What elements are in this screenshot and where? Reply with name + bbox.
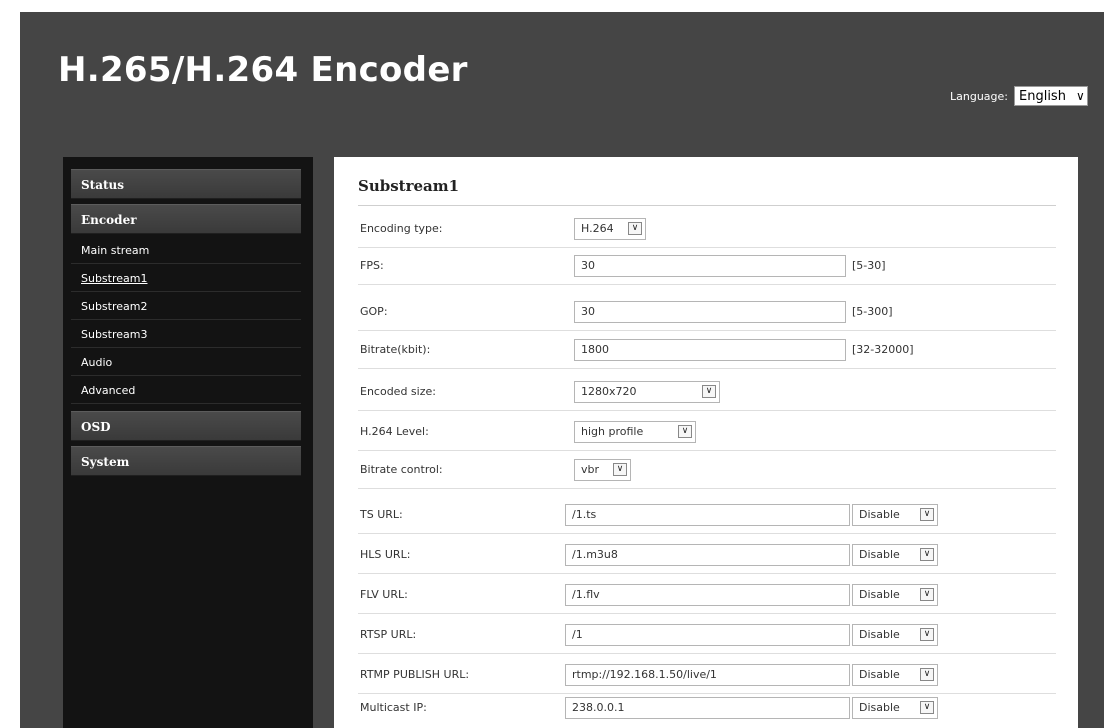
rtmp-url-label: RTMP PUBLISH URL: [360, 668, 470, 681]
multicast-ip-row: Multicast IP: 238.0.0.1 Disable ∨ [358, 690, 1056, 726]
rtsp-url-state: Disable [859, 628, 900, 641]
language-value: English [1019, 88, 1066, 104]
sidebar-section-encoder[interactable]: Encoder [71, 204, 301, 234]
gop-input[interactable]: 30 [574, 301, 846, 323]
sidebar-item-advanced[interactable]: Advanced [71, 377, 301, 404]
bitrate-control-select[interactable]: vbr ∨ [574, 459, 631, 481]
sidebar-item-substream3[interactable]: Substream3 [71, 321, 301, 348]
encoded-size-label: Encoded size: [360, 385, 436, 398]
sidebar-item-main-stream[interactable]: Main stream [71, 237, 301, 264]
language-select[interactable]: English ∨ [1014, 86, 1088, 106]
language-label: Language: [950, 89, 1008, 103]
chevron-down-icon: ∨ [920, 701, 934, 714]
hls-url-row: HLS URL: /1.m3u8 Disable ∨ [358, 537, 1056, 574]
fps-input[interactable]: 30 [574, 255, 846, 277]
rtmp-url-row: RTMP PUBLISH URL: rtmp://192.168.1.50/li… [358, 657, 1056, 694]
chevron-down-icon: ∨ [628, 222, 642, 235]
fps-label: FPS: [360, 259, 384, 272]
chevron-down-icon: ∨ [920, 588, 934, 601]
bitrate-control-label: Bitrate control: [360, 463, 443, 476]
encoding-type-select[interactable]: H.264 ∨ [574, 218, 646, 240]
flv-url-input[interactable]: /1.flv [565, 584, 850, 606]
flv-url-row: FLV URL: /1.flv Disable ∨ [358, 577, 1056, 614]
page-title: Substream1 [358, 177, 460, 195]
chevron-down-icon: ∨ [920, 548, 934, 561]
chevron-down-icon: ∨ [1075, 89, 1085, 103]
sidebar-section-status[interactable]: Status [71, 169, 301, 199]
sidebar-section-osd[interactable]: OSD [71, 411, 301, 441]
main-panel: Substream1 Encoding type: H.264 ∨ FPS: 3… [334, 157, 1078, 728]
sidebar-item-audio[interactable]: Audio [71, 349, 301, 376]
ts-url-row: TS URL: /1.ts Disable ∨ [358, 497, 1056, 534]
sidebar: Status Encoder Main stream Substream1 Su… [63, 157, 313, 728]
encoding-type-value: H.264 [581, 222, 614, 235]
flv-url-state-select[interactable]: Disable ∨ [852, 584, 938, 606]
encoding-type-label: Encoding type: [360, 222, 443, 235]
ts-url-state: Disable [859, 508, 900, 521]
chevron-down-icon: ∨ [702, 385, 716, 398]
rtmp-url-input[interactable]: rtmp://192.168.1.50/live/1 [565, 664, 850, 686]
fps-range: [5-30] [852, 259, 886, 272]
flv-url-label: FLV URL: [360, 588, 408, 601]
h264-level-row: H.264 Level: high profile ∨ [358, 414, 1056, 451]
fps-row: FPS: 30 [5-30] [358, 248, 1056, 285]
language-picker: Language: English ∨ [950, 86, 1088, 106]
sidebar-item-substream1[interactable]: Substream1 [71, 265, 301, 292]
h264-level-value: high profile [581, 425, 644, 438]
sidebar-section-system[interactable]: System [71, 446, 301, 476]
bitrate-control-value: vbr [581, 463, 600, 476]
gop-row: GOP: 30 [5-300] [358, 294, 1056, 331]
app-title: H.265/H.264 Encoder [58, 50, 468, 90]
hls-url-label: HLS URL: [360, 548, 411, 561]
multicast-ip-input[interactable]: 238.0.0.1 [565, 697, 850, 719]
chevron-down-icon: ∨ [613, 463, 627, 476]
multicast-ip-label: Multicast IP: [360, 701, 427, 714]
encoding-type-row: Encoding type: H.264 ∨ [358, 211, 1056, 248]
chevron-down-icon: ∨ [920, 508, 934, 521]
hls-url-state-select[interactable]: Disable ∨ [852, 544, 938, 566]
title-divider [358, 205, 1056, 206]
rtsp-url-row: RTSP URL: /1 Disable ∨ [358, 617, 1056, 654]
rtsp-url-label: RTSP URL: [360, 628, 417, 641]
encoded-size-select[interactable]: 1280x720 ∨ [574, 381, 720, 403]
rtmp-url-state: Disable [859, 668, 900, 681]
multicast-ip-state-select[interactable]: Disable ∨ [852, 697, 938, 719]
sidebar-item-substream2[interactable]: Substream2 [71, 293, 301, 320]
rtsp-url-state-select[interactable]: Disable ∨ [852, 624, 938, 646]
chevron-down-icon: ∨ [920, 668, 934, 681]
chevron-down-icon: ∨ [920, 628, 934, 641]
hls-url-input[interactable]: /1.m3u8 [565, 544, 850, 566]
bitrate-input[interactable]: 1800 [574, 339, 846, 361]
bitrate-control-row: Bitrate control: vbr ∨ [358, 452, 1056, 489]
hls-url-state: Disable [859, 548, 900, 561]
flv-url-state: Disable [859, 588, 900, 601]
h264-level-select[interactable]: high profile ∨ [574, 421, 696, 443]
ts-url-label: TS URL: [360, 508, 403, 521]
gop-range: [5-300] [852, 305, 893, 318]
bitrate-row: Bitrate(kbit): 1800 [32-32000] [358, 332, 1056, 369]
rtsp-url-input[interactable]: /1 [565, 624, 850, 646]
gop-label: GOP: [360, 305, 388, 318]
ts-url-state-select[interactable]: Disable ∨ [852, 504, 938, 526]
encoded-size-row: Encoded size: 1280x720 ∨ [358, 374, 1056, 411]
chevron-down-icon: ∨ [678, 425, 692, 438]
bitrate-label: Bitrate(kbit): [360, 343, 431, 356]
ts-url-input[interactable]: /1.ts [565, 504, 850, 526]
encoded-size-value: 1280x720 [581, 385, 637, 398]
rtmp-url-state-select[interactable]: Disable ∨ [852, 664, 938, 686]
bitrate-range: [32-32000] [852, 343, 914, 356]
h264-level-label: H.264 Level: [360, 425, 429, 438]
multicast-ip-state: Disable [859, 701, 900, 714]
